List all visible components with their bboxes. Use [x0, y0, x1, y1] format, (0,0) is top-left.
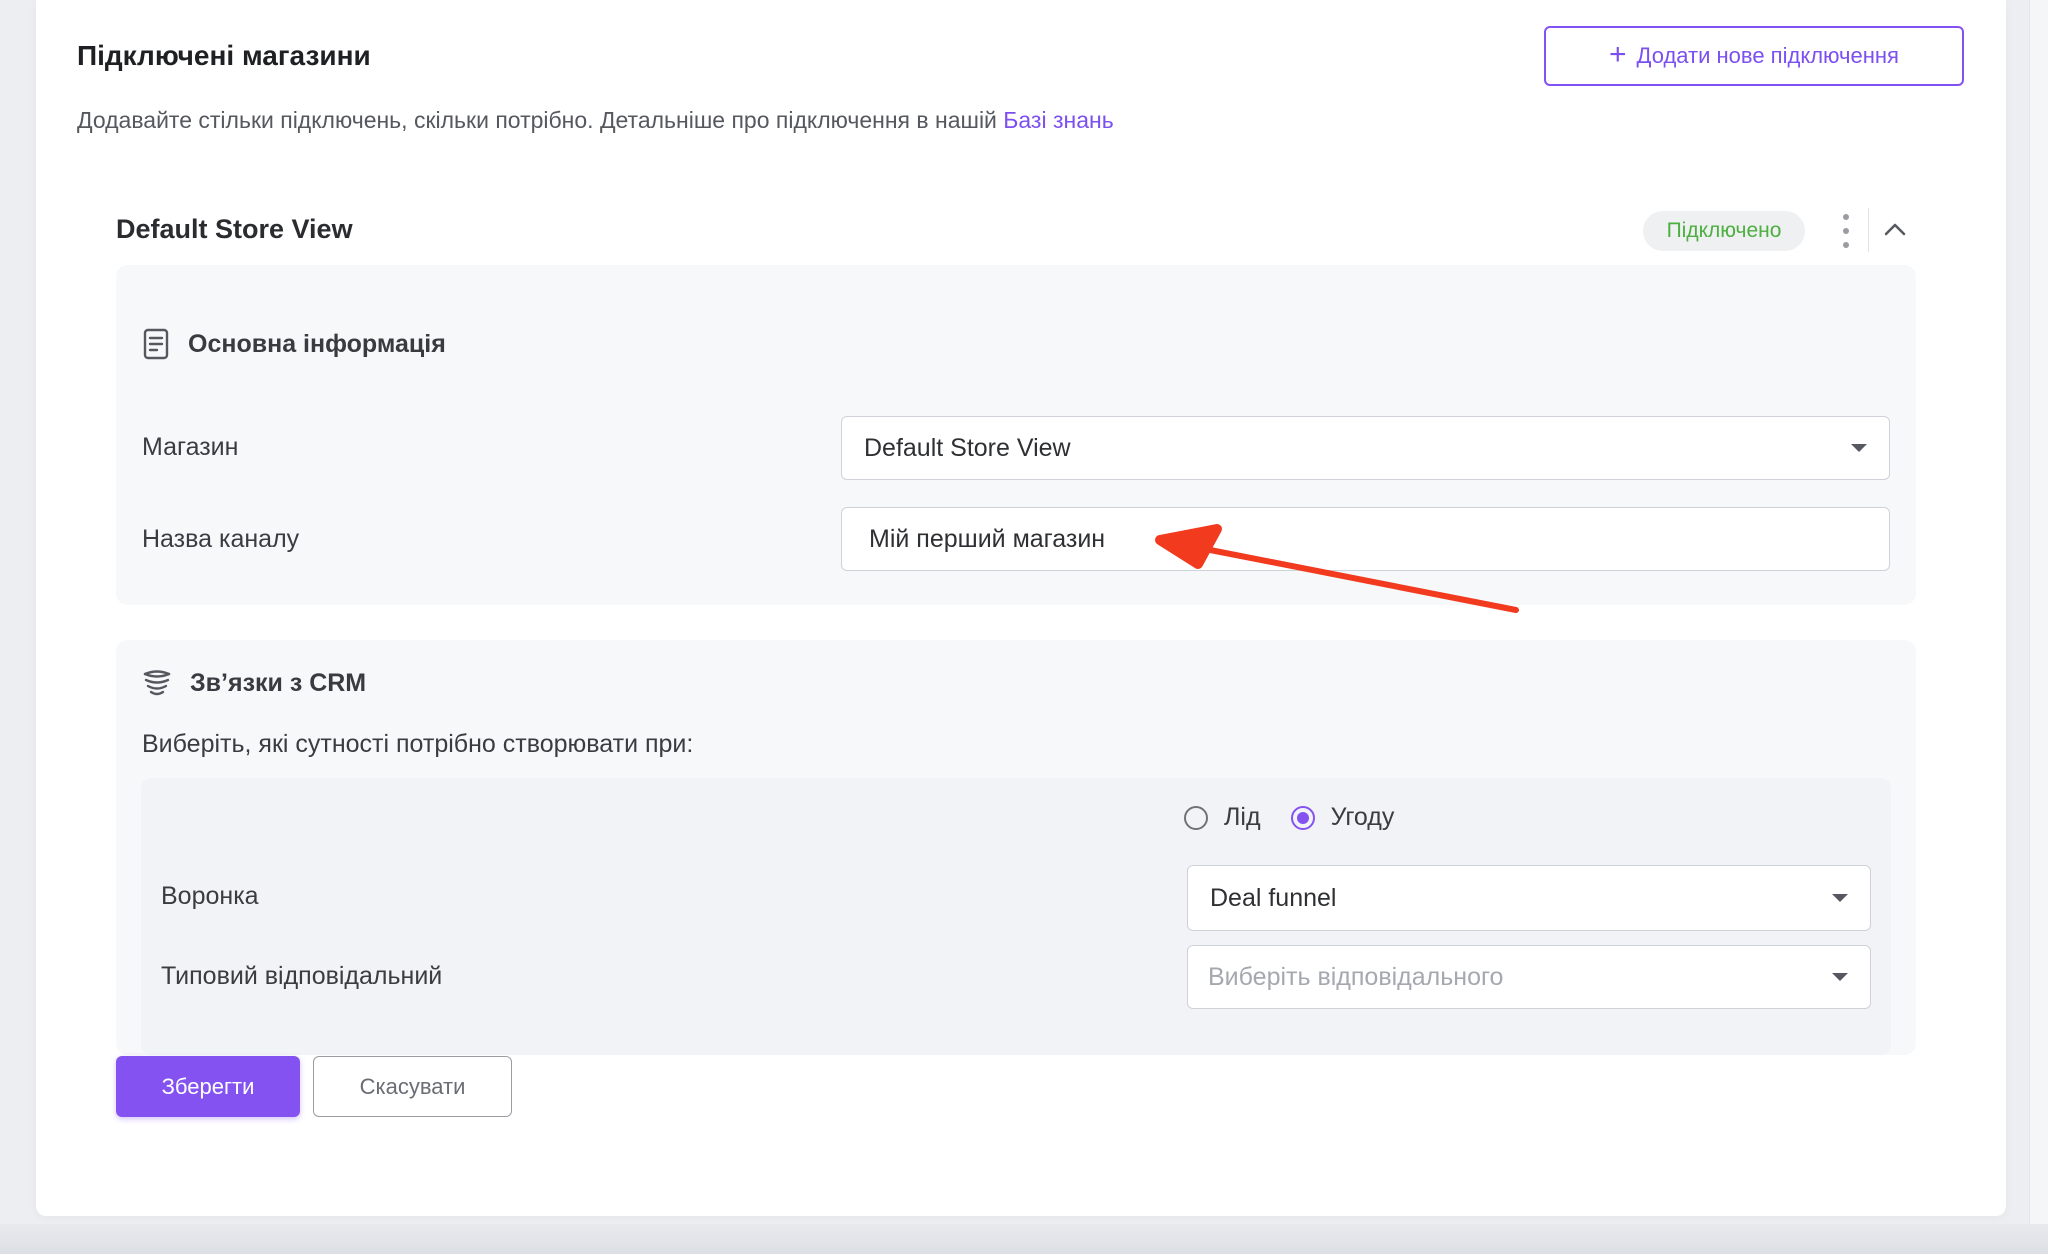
store-select-value: Default Store View: [864, 433, 1071, 462]
crm-title: Зв’язки з CRM: [190, 668, 367, 697]
responsible-label: Типовий відповідальний: [161, 962, 443, 990]
store-label: Магазин: [142, 433, 239, 461]
basic-info-title: Основна інформація: [188, 329, 446, 358]
plus-icon: +: [1609, 38, 1627, 71]
crm-prompt: Виберіть, які сутності потрібно створюва…: [142, 730, 694, 758]
funnel-select[interactable]: Deal funnel: [1187, 865, 1871, 931]
channel-name-label: Назва каналу: [142, 525, 300, 553]
window-bottom-edge: [0, 1224, 2048, 1254]
status-badge: Підключено: [1643, 211, 1805, 251]
page-title: Підключені магазини: [77, 40, 371, 71]
radio-deal-label: Угоду: [1330, 803, 1395, 831]
add-connection-button[interactable]: + Додати нове підключення: [1544, 26, 1964, 86]
caret-down-icon: [1832, 894, 1848, 902]
scrollbar[interactable]: [2029, 0, 2048, 1254]
store-connection-title: Default Store View: [116, 214, 353, 244]
entity-type-radio-group: Лід Угоду: [1184, 803, 1424, 832]
caret-down-icon: [1832, 973, 1848, 981]
funnel-label: Воронка: [161, 882, 259, 910]
channel-name-value: Мій перший магазин: [869, 524, 1106, 553]
document-icon: [143, 328, 169, 360]
save-button[interactable]: Зберегти: [116, 1056, 300, 1117]
cancel-button[interactable]: Скасувати: [313, 1056, 512, 1117]
responsible-placeholder: Виберіть відповідального: [1208, 962, 1504, 991]
responsible-select[interactable]: Виберіть відповідального: [1187, 945, 1871, 1009]
chevron-up-icon[interactable]: [1878, 210, 1912, 250]
channel-name-input[interactable]: Мій перший магазин: [841, 507, 1890, 571]
caret-down-icon: [1851, 444, 1867, 452]
basic-info-header: Основна інформація: [142, 328, 446, 360]
database-stack-icon: [143, 670, 171, 696]
radio-lead[interactable]: [1184, 805, 1208, 830]
more-options-icon[interactable]: [1836, 214, 1856, 248]
page-subtitle: Додавайте стільки підключень, скільки по…: [77, 107, 1114, 134]
subtitle-text: Додавайте стільки підключень, скільки по…: [77, 107, 1004, 133]
crm-header: Зв’язки з CRM: [142, 668, 366, 698]
divider: [1868, 208, 1869, 252]
radio-lead-label: Лід: [1224, 803, 1261, 831]
store-select[interactable]: Default Store View: [841, 416, 1890, 480]
funnel-select-value: Deal funnel: [1210, 883, 1337, 912]
radio-deal[interactable]: [1290, 805, 1315, 830]
add-connection-label: Додати нове підключення: [1636, 43, 1899, 68]
knowledge-base-link[interactable]: Базі знань: [1003, 107, 1113, 133]
